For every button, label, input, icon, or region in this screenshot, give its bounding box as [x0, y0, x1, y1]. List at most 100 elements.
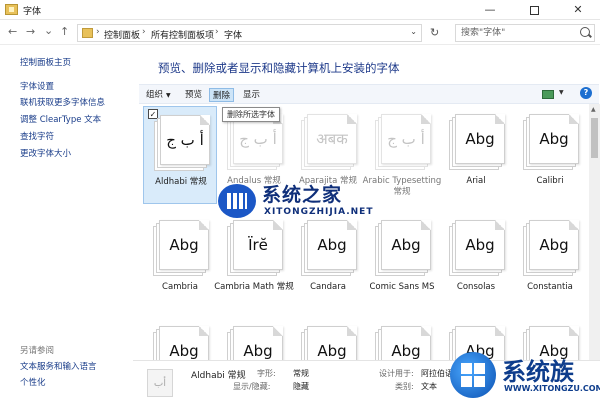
font-thumbnail: أب — [147, 369, 173, 397]
sidebar-item-control-panel-home[interactable]: 控制面板主页 — [20, 56, 71, 68]
close-button[interactable]: ✕ — [556, 0, 600, 20]
organize-label: 组织 — [146, 90, 164, 100]
font-tile[interactable]: Abg Comic Sans MS — [365, 212, 439, 310]
font-preview-icon: Abg — [375, 220, 431, 276]
font-name: Calibri — [536, 176, 564, 186]
font-preview-icon: Abg — [301, 220, 357, 276]
vertical-scrollbar[interactable]: ▲ — [589, 104, 600, 360]
sidebar-item-online-fonts[interactable]: 联机获取更多字体信息 — [20, 96, 105, 108]
sidebar-item-font-size[interactable]: 更改字体大小 — [20, 147, 71, 159]
forward-button[interactable]: → — [26, 25, 35, 38]
sidebar-item-find-character[interactable]: 查找字符 — [20, 130, 54, 142]
preview-button[interactable]: 预览 — [182, 88, 205, 102]
up-button[interactable]: ↑ — [60, 25, 69, 38]
address-field[interactable]: › 控制面板 › 所有控制面板项 › 字体 ⌄ — [77, 24, 422, 42]
font-tile[interactable]: Abg Cambria — [143, 212, 217, 310]
search-box — [455, 24, 595, 42]
watermark-logo-icon — [218, 184, 256, 218]
delete-tooltip: 删除所选字体 — [222, 107, 280, 122]
font-tile[interactable]: ✓ أ ب ج Aldhabi 常规 — [143, 106, 217, 204]
font-preview-icon: أ ب ج — [227, 114, 283, 170]
font-sample-text: أ ب ج — [166, 131, 204, 149]
window-title: 字体 — [23, 7, 42, 17]
category-value: 文本 — [421, 382, 437, 391]
breadcrumb-separator: › — [215, 27, 219, 37]
designed-for-label: 设计用于: — [379, 369, 414, 378]
designed-for-value: 阿拉伯语 — [421, 369, 453, 378]
sidebar-item-font-settings[interactable]: 字体设置 — [20, 80, 54, 92]
corner-watermark: 系统族 WWW.XITONGZU.COM — [450, 348, 600, 402]
sidebar-item-personalization[interactable]: 个性化 — [20, 376, 46, 388]
breadcrumb-control-panel[interactable]: 控制面板 — [104, 28, 140, 41]
search-icon[interactable] — [580, 27, 590, 37]
visibility-label: 显示/隐藏: — [233, 382, 271, 391]
breadcrumb-fonts[interactable]: 字体 — [224, 28, 242, 41]
style-value: 常规 — [293, 369, 309, 378]
font-sample-text: Abg — [465, 236, 495, 254]
maximize-button[interactable] — [512, 0, 556, 20]
recent-locations-button[interactable]: ⌄ — [44, 24, 53, 37]
minimize-button[interactable]: — — [468, 0, 512, 20]
font-preview-icon: أ ب ج — [375, 114, 431, 170]
font-tile[interactable]: Abg Consolas — [439, 212, 513, 310]
category-label: 类别: — [395, 382, 414, 391]
font-sample-text: Abg — [169, 236, 199, 254]
font-sample-text: अबक — [316, 130, 348, 148]
title-bar: 字体 — ✕ — [0, 0, 600, 20]
visibility-value: 隐藏 — [293, 382, 309, 391]
font-tile[interactable]: Abg Candara — [291, 212, 365, 310]
sidebar-item-cleartype[interactable]: 调整 ClearType 文本 — [20, 113, 101, 125]
font-sample-text: Abg — [539, 130, 569, 148]
style-label: 字形: — [257, 369, 276, 378]
back-button[interactable]: ← — [8, 25, 17, 38]
see-also-heading: 另请参阅 — [20, 346, 55, 356]
breadcrumb-separator: › — [142, 27, 146, 37]
font-tile[interactable]: Ïrĕ Cambria Math 常规 — [214, 212, 294, 310]
corner-watermark-url: WWW.XITONGZU.COM — [504, 384, 600, 393]
font-preview-icon: अबक — [301, 114, 357, 170]
refresh-button[interactable]: ↻ — [430, 26, 439, 39]
search-input[interactable] — [461, 26, 571, 40]
windows-logo-icon — [450, 352, 496, 398]
address-dropdown-button[interactable]: ⌄ — [410, 27, 417, 36]
font-preview-icon: Abg — [153, 220, 209, 276]
fonts-folder-icon — [5, 4, 18, 15]
sidebar-item-text-services[interactable]: 文本服务和输入语言 — [20, 360, 97, 372]
watermark-url: XITONGZHIJIA.NET — [264, 207, 374, 217]
font-sample-text: Ïrĕ — [248, 236, 268, 254]
font-sample-text: Abg — [391, 236, 421, 254]
font-preview-icon: Abg — [449, 114, 505, 170]
maximize-icon — [529, 5, 539, 15]
scroll-up-arrow-icon[interactable]: ▲ — [591, 106, 596, 113]
font-preview-icon: أ ب ج — [154, 115, 210, 171]
font-preview-icon: Abg — [523, 220, 579, 276]
font-sample-text: Abg — [539, 236, 569, 254]
font-preview-icon: Abg — [523, 114, 579, 170]
font-sample-text: Abg — [465, 130, 495, 148]
delete-button[interactable]: 删除 — [209, 88, 235, 102]
left-pane: 控制面板主页 字体设置 联机获取更多字体信息 调整 ClearType 文本 查… — [0, 46, 133, 402]
organize-button[interactable]: 组织 ▼ — [143, 88, 174, 102]
command-bar: 组织 ▼ 预览 删除 显示 — [139, 84, 599, 104]
watermark-title: 系统之家 — [262, 184, 343, 206]
font-tile[interactable]: Abg Arial — [439, 106, 513, 204]
font-sample-text: أ ب ج — [387, 130, 425, 148]
font-tile[interactable]: Abg Calibri — [513, 106, 587, 204]
chevron-down-icon: ▼ — [166, 92, 171, 99]
view-options-dropdown[interactable]: ▼ — [559, 89, 564, 96]
control-panel-icon — [82, 28, 93, 38]
font-preview-icon: Ïrĕ — [227, 220, 283, 276]
font-tile[interactable]: Abg Constantia — [513, 212, 587, 310]
scrollbar-thumb[interactable] — [591, 118, 598, 158]
breadcrumb-separator: › — [96, 27, 100, 37]
site-watermark: 系统之家 XITONGZHIJIA.NET — [218, 180, 428, 224]
show-button[interactable]: 显示 — [240, 88, 263, 102]
breadcrumb-all-items[interactable]: 所有控制面板项 — [151, 28, 214, 41]
address-bar-row: ← → ⌄ ↑ › 控制面板 › 所有控制面板项 › 字体 ⌄ ↻ — [0, 21, 600, 45]
change-view-icon[interactable] — [542, 90, 554, 99]
corner-watermark-title: 系统族 — [502, 358, 574, 386]
page-title: 预览、删除或者显示和隐藏计算机上安装的字体 — [158, 61, 400, 75]
help-icon[interactable]: ? — [580, 87, 592, 99]
font-name: Constantia — [527, 282, 573, 292]
font-preview-icon: Abg — [449, 220, 505, 276]
